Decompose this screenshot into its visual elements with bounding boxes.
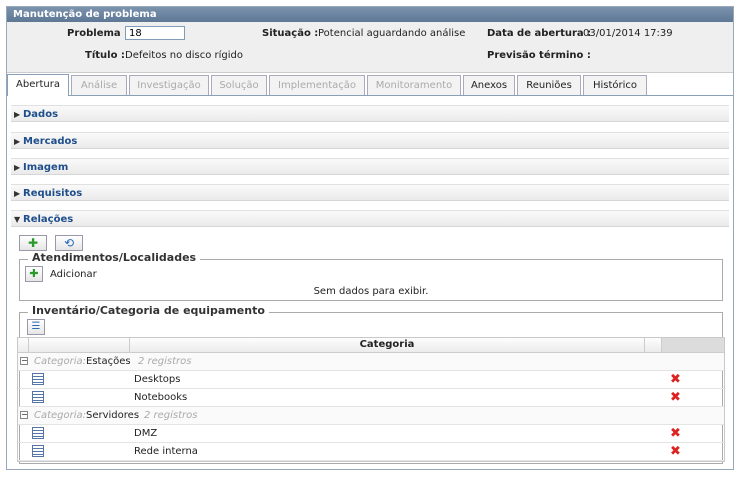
section-imagem[interactable]: ▶ Imagem [11,158,729,175]
tree-toggle-button[interactable]: ☰ [27,319,45,335]
tab-investigacao[interactable]: Investigação [129,75,209,95]
problem-header: Problema : Situação : Potencial aguardan… [7,22,733,73]
section-dados[interactable]: ▶ Dados [11,105,729,122]
section-label: Relações [23,214,74,225]
expanded-arrow-icon: ▼ [14,215,21,224]
inventario-legend: Inventário/Categoria de equipamento [28,304,269,317]
empty-message: Sem dados para exibir. [313,286,429,297]
table-row[interactable]: DMZ ✖ [18,425,724,443]
category-value: Desktops [134,374,181,385]
tab-bar: Abertura Análise Investigação Solução Im… [7,73,733,96]
panel-title: Manutenção de problema [7,7,733,22]
group-count: 2 registros [138,356,192,367]
group-count: 2 registros [144,410,198,421]
section-relacoes[interactable]: ▼ Relações [11,210,729,227]
collapse-group-icon[interactable]: − [20,411,28,419]
group-prefix: Categoria: [34,356,87,367]
table-row[interactable]: Rede interna ✖ [18,443,724,461]
tree-list-icon: ☰ [31,321,41,332]
table-row[interactable]: Desktops ✖ [18,371,724,389]
section-label: Requisitos [23,188,83,199]
tab-anexos[interactable]: Anexos [463,75,515,95]
plus-icon: ✚ [27,236,39,250]
data-abertura-label: Data de abertura : [487,28,592,39]
add-atendimento-label[interactable]: Adicionar [50,269,97,280]
problema-input[interactable] [125,26,185,40]
situacao-value: Potencial aguardando análise [318,28,466,39]
group-name: Estações [86,356,131,367]
atendimentos-legend: Atendimentos/Localidades [28,251,201,264]
collapsed-arrow-icon: ▶ [14,189,21,198]
record-icon[interactable] [32,445,44,457]
delete-icon[interactable]: ✖ [670,445,681,458]
collapsed-arrow-icon: ▶ [14,110,21,119]
situacao-label: Situação : [262,28,319,39]
group-row[interactable]: − Categoria: Estações 2 registros [18,353,724,371]
section-requisitos[interactable]: ▶ Requisitos [11,184,729,201]
delete-icon[interactable]: ✖ [670,373,681,386]
collapse-group-icon[interactable]: − [20,357,28,365]
collapsed-arrow-icon: ▶ [14,137,21,146]
refresh-relation-button[interactable]: ⟲ [55,235,83,251]
problema-label: Problema : [67,28,129,39]
delete-icon[interactable]: ✖ [670,391,681,404]
data-abertura-value: 03/01/2014 17:39 [583,28,673,39]
tab-implementacao[interactable]: Implementação [269,75,365,95]
tab-reunioes[interactable]: Reuniões [517,75,581,95]
atendimentos-fieldset: Atendimentos/Localidades ✚ Adicionar Sem… [19,251,723,301]
group-prefix: Categoria: [34,410,87,421]
delete-icon[interactable]: ✖ [670,427,681,440]
section-label: Imagem [23,162,69,173]
tab-monitoramento[interactable]: Monitoramento [367,75,461,95]
refresh-icon: ⟲ [63,236,75,250]
category-value: Notebooks [134,392,188,403]
record-icon[interactable] [32,427,44,439]
tab-solucao[interactable]: Solução [211,75,267,95]
problem-panel: Manutenção de problema Problema : Situaç… [6,6,734,470]
collapsed-arrow-icon: ▶ [14,163,21,172]
tab-abertura[interactable]: Abertura [7,74,69,96]
category-value: Rede interna [134,446,198,457]
tab-historico[interactable]: Histórico [583,75,647,95]
record-icon[interactable] [32,373,44,385]
inventario-grid: Categoria − Categoria: Estações 2 regist… [17,337,725,462]
category-value: DMZ [134,428,158,439]
tab-analise[interactable]: Análise [71,75,127,95]
grid-header: Categoria [18,338,724,353]
group-name: Servidores [86,410,140,421]
add-atendimento-button[interactable]: ✚ [25,266,43,282]
add-relation-button[interactable]: ✚ [19,235,47,251]
section-label: Mercados [23,136,78,147]
titulo-label: Título : [85,50,125,61]
titulo-value: Defeitos no disco rígido [125,50,243,61]
table-row[interactable]: Notebooks ✖ [18,389,724,407]
add-record-icon: ✚ [29,267,39,280]
column-header-categoria[interactable]: Categoria [130,338,645,352]
group-row[interactable]: − Categoria: Servidores 2 registros [18,407,724,425]
section-mercados[interactable]: ▶ Mercados [11,132,729,149]
record-icon[interactable] [32,391,44,403]
section-label: Dados [23,109,59,120]
previsao-label: Previsão término : [487,50,591,61]
